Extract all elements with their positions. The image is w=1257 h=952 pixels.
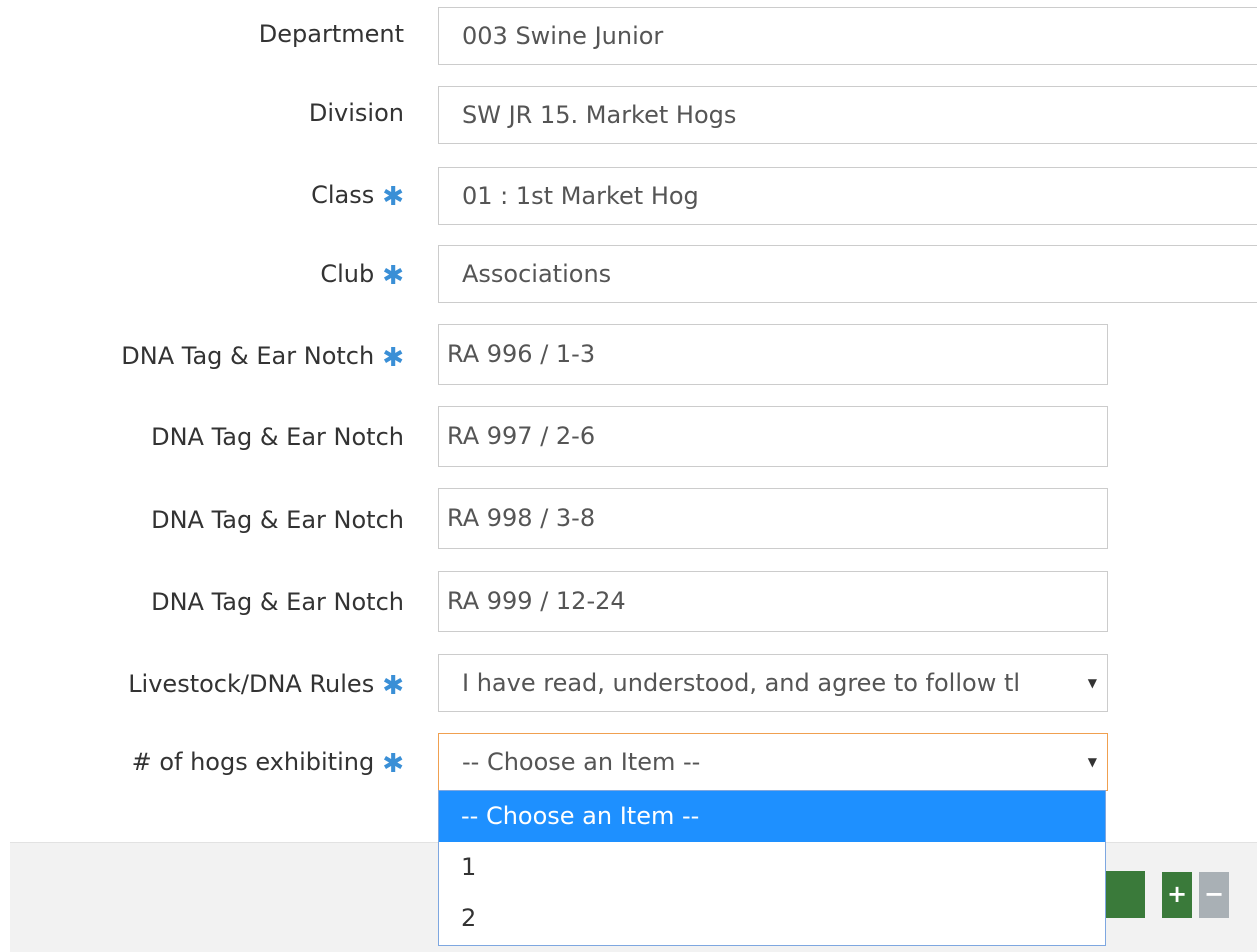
required-icon: ✱ [382, 182, 404, 212]
dna-tag-label-1: DNA Tag & Ear Notch ✱ [121, 342, 404, 373]
division-label: Division [308, 99, 404, 127]
required-icon: ✱ [382, 671, 404, 701]
required-icon: ✱ [382, 343, 404, 373]
required-icon: ✱ [382, 749, 404, 779]
dropdown-option[interactable]: 2 [439, 893, 1105, 944]
class-label: Class ✱ [311, 181, 404, 212]
dna-tag-input-2[interactable]: RA 997 / 2-6 [438, 406, 1108, 467]
hogs-exhibiting-select[interactable]: -- Choose an Item -- ▼ [438, 733, 1108, 791]
required-icon: ✱ [382, 261, 404, 291]
division-field[interactable]: SW JR 15. Market Hogs [438, 86, 1257, 144]
dna-tag-input-4[interactable]: RA 999 / 12-24 [438, 571, 1108, 632]
livestock-rules-select[interactable]: I have read, understood, and agree to fo… [438, 654, 1108, 712]
remove-button[interactable]: − [1199, 872, 1229, 918]
department-field[interactable]: 003 Swine Junior [438, 7, 1257, 65]
chevron-down-icon: ▼ [1087, 676, 1097, 690]
livestock-rules-label: Livestock/DNA Rules ✱ [128, 670, 404, 701]
club-field[interactable]: Associations [438, 245, 1257, 303]
department-label: Department [258, 20, 404, 48]
dropdown-option[interactable]: -- Choose an Item -- [439, 791, 1105, 842]
submit-button[interactable] [1100, 871, 1145, 918]
chevron-down-icon: ▼ [1087, 755, 1097, 769]
dna-tag-label-3: DNA Tag & Ear Notch [151, 506, 404, 534]
dropdown-option[interactable]: 1 [439, 842, 1105, 893]
add-button[interactable]: + [1162, 872, 1192, 918]
dna-tag-input-1[interactable]: RA 996 / 1-3 [438, 324, 1108, 385]
dna-tag-input-3[interactable]: RA 998 / 3-8 [438, 488, 1108, 549]
dna-tag-label-4: DNA Tag & Ear Notch [151, 588, 404, 616]
class-field[interactable]: 01 : 1st Market Hog [438, 167, 1257, 225]
hogs-exhibiting-label: # of hogs exhibiting ✱ [131, 748, 404, 779]
dna-tag-label-2: DNA Tag & Ear Notch [151, 423, 404, 451]
club-label: Club ✱ [320, 260, 404, 291]
hogs-dropdown-list: -- Choose an Item -- 1 2 [438, 790, 1106, 946]
